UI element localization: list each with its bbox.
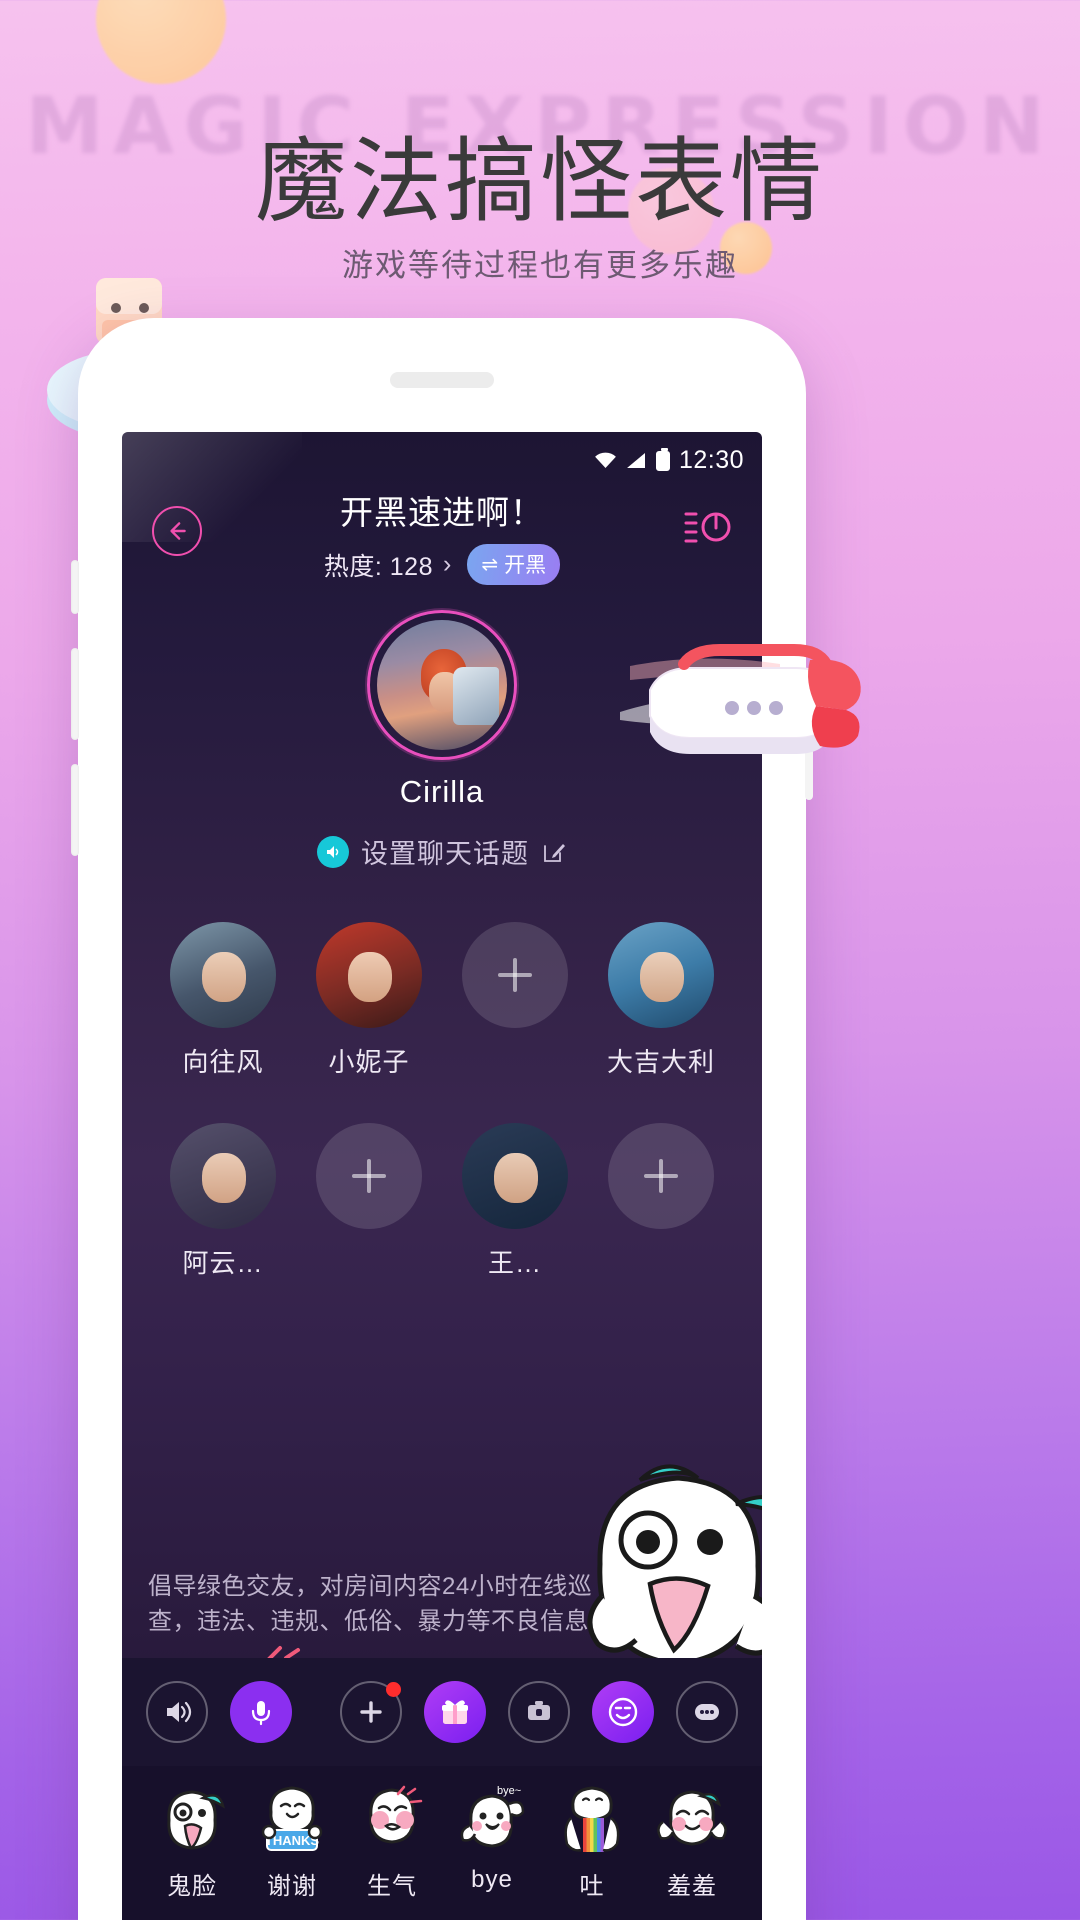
host-avatar-armor bbox=[453, 666, 500, 725]
svg-text:bye~: bye~ bbox=[497, 1785, 521, 1797]
room-title: 开黑速进啊！ bbox=[340, 494, 544, 531]
shy-sticker bbox=[653, 1782, 731, 1860]
seat-name: 王… bbox=[487, 1248, 542, 1278]
phone-mockup: 12:30 开黑速进啊！ 热度: 128 › ⇌ 开黑 Cirilla 设置聊天… bbox=[71, 318, 813, 1920]
power-icon bbox=[684, 512, 731, 543]
chat-button[interactable] bbox=[676, 1681, 738, 1743]
angry-sticker bbox=[353, 1782, 431, 1860]
wave-bye-sticker: bye~ bbox=[453, 1782, 531, 1860]
power-button[interactable] bbox=[682, 504, 734, 550]
seat-item[interactable]: 小妮子 bbox=[296, 922, 442, 1079]
seat-item[interactable]: 王… bbox=[442, 1123, 588, 1280]
sticker-label: 吐 bbox=[579, 1873, 605, 1900]
room-mode-label: 开黑 bbox=[504, 554, 547, 577]
seat-name: 向往风 bbox=[182, 1047, 264, 1077]
sticker-label: 谢谢 bbox=[267, 1873, 317, 1900]
gift-button[interactable] bbox=[424, 1681, 486, 1743]
pencil-edit-icon[interactable] bbox=[541, 839, 567, 865]
seat-avatar bbox=[170, 922, 276, 1028]
app-header: 开黑速进啊！ 热度: 128 › ⇌ 开黑 bbox=[122, 482, 762, 592]
seat-item[interactable]: 大吉大利 bbox=[588, 922, 734, 1079]
room-notice-line-1: 倡导绿色交友，对房间内容24小时在线巡 bbox=[148, 1573, 593, 1600]
sticker-item[interactable]: 吐 bbox=[548, 1782, 636, 1901]
seat-item[interactable]: 向往风 bbox=[150, 922, 296, 1079]
seat-name: 阿云… bbox=[182, 1248, 264, 1278]
chevron-right-icon[interactable]: › bbox=[443, 550, 451, 579]
chat-topic-label: 设置聊天话题 bbox=[361, 839, 529, 869]
add-seat-icon bbox=[608, 1123, 714, 1229]
page-title: 魔法搞怪表情 bbox=[254, 131, 825, 233]
sticker-tray-row: 鬼脸 THANKS 谢谢 生气 bye~ bye 吐 羞羞 bbox=[122, 1782, 762, 1901]
room-subtitle-row: 热度: 128 › ⇌ 开黑 bbox=[122, 544, 762, 585]
avatar-face bbox=[347, 951, 392, 1002]
tongue-out-sticker bbox=[153, 1782, 231, 1860]
signal-icon bbox=[626, 452, 645, 469]
plus-icon bbox=[360, 1701, 382, 1723]
sticker-item[interactable]: THANKS 谢谢 bbox=[248, 1782, 336, 1901]
status-time: 12:30 bbox=[678, 446, 744, 474]
microphone-icon bbox=[251, 1701, 271, 1726]
seat-item-empty[interactable] bbox=[442, 922, 588, 1079]
briefcase-icon bbox=[528, 1701, 550, 1720]
sticker-label: 羞羞 bbox=[667, 1873, 717, 1900]
decor-3d-capsule-right bbox=[620, 644, 861, 754]
back-button[interactable] bbox=[152, 506, 202, 556]
seat-name: 大吉大利 bbox=[606, 1047, 715, 1077]
sticker-item[interactable]: 鬼脸 bbox=[148, 1782, 236, 1901]
sticker-item[interactable]: 生气 bbox=[348, 1782, 436, 1901]
phone-earpiece bbox=[390, 372, 494, 388]
add-seat-icon bbox=[316, 1123, 422, 1229]
sticker-label: 鬼脸 bbox=[167, 1873, 217, 1900]
emoji-button[interactable] bbox=[592, 1681, 654, 1743]
back-arrow-icon bbox=[170, 522, 186, 540]
sticker-label: bye bbox=[471, 1866, 513, 1893]
phone-volume-up bbox=[71, 648, 79, 740]
avatar-face bbox=[201, 951, 246, 1002]
seat-item-empty[interactable] bbox=[296, 1123, 442, 1280]
chat-topic-row[interactable]: 设置聊天话题 bbox=[122, 832, 762, 871]
room-notice: 倡导绿色交友，对房间内容24小时在线巡 查，违法、违规、低俗、暴力等不良信息将会… bbox=[148, 1570, 736, 1640]
speaker-toggle-button[interactable] bbox=[146, 1681, 208, 1743]
status-bar: 12:30 bbox=[594, 446, 744, 475]
seat-name: 小妮子 bbox=[328, 1047, 410, 1077]
room-notice-line-2: 查，违法、违规、低俗、暴力等不良信息将会封 bbox=[148, 1607, 663, 1635]
speaker-icon bbox=[317, 835, 349, 868]
battery-icon bbox=[655, 447, 670, 471]
phone-volume-down bbox=[71, 764, 79, 856]
smiley-icon bbox=[608, 1697, 638, 1727]
seat-avatar bbox=[170, 1123, 276, 1229]
sticker-item[interactable]: 羞羞 bbox=[648, 1782, 736, 1901]
heat-count[interactable]: 热度: 128 bbox=[324, 547, 433, 583]
bag-button[interactable] bbox=[508, 1681, 570, 1743]
seat-avatar bbox=[316, 922, 422, 1028]
rainbow-vomit-sticker bbox=[553, 1782, 631, 1860]
sticker-tray: 鬼脸 THANKS 谢谢 生气 bye~ bye 吐 羞羞 bbox=[122, 1766, 762, 1920]
sticker-label: 生气 bbox=[367, 1873, 417, 1900]
swap-icon: ⇌ bbox=[481, 553, 499, 576]
seat-item[interactable]: 阿云… bbox=[150, 1123, 296, 1280]
room-mode-badge[interactable]: ⇌ 开黑 bbox=[467, 544, 561, 585]
add-seat-icon bbox=[462, 922, 568, 1028]
bottom-toolbar bbox=[122, 1658, 762, 1766]
notification-dot bbox=[386, 1682, 401, 1697]
host-avatar-ring[interactable] bbox=[367, 610, 517, 760]
decor-blob-orange-top bbox=[96, 0, 226, 84]
add-button[interactable] bbox=[340, 1681, 402, 1743]
seat-avatar bbox=[462, 1123, 568, 1229]
phone-side-button-1 bbox=[71, 560, 79, 614]
seat-item-empty[interactable] bbox=[588, 1123, 734, 1280]
thanks-sign-sticker: THANKS bbox=[253, 1782, 331, 1860]
sticker-item[interactable]: bye~ bye bbox=[448, 1782, 536, 1901]
avatar-face bbox=[201, 1152, 246, 1203]
gift-icon bbox=[442, 1700, 468, 1724]
chat-bubble-icon bbox=[695, 1704, 719, 1720]
seat-grid: 向往风 小妮子 大吉大利 阿云… 王… bbox=[150, 922, 734, 1280]
seat-avatar bbox=[608, 922, 714, 1028]
wifi-icon bbox=[595, 452, 616, 469]
avatar-face bbox=[639, 951, 684, 1002]
mic-button[interactable] bbox=[230, 1681, 292, 1743]
host-avatar bbox=[377, 620, 507, 750]
avatar-face bbox=[493, 1152, 538, 1203]
speaker-icon bbox=[167, 1701, 192, 1723]
